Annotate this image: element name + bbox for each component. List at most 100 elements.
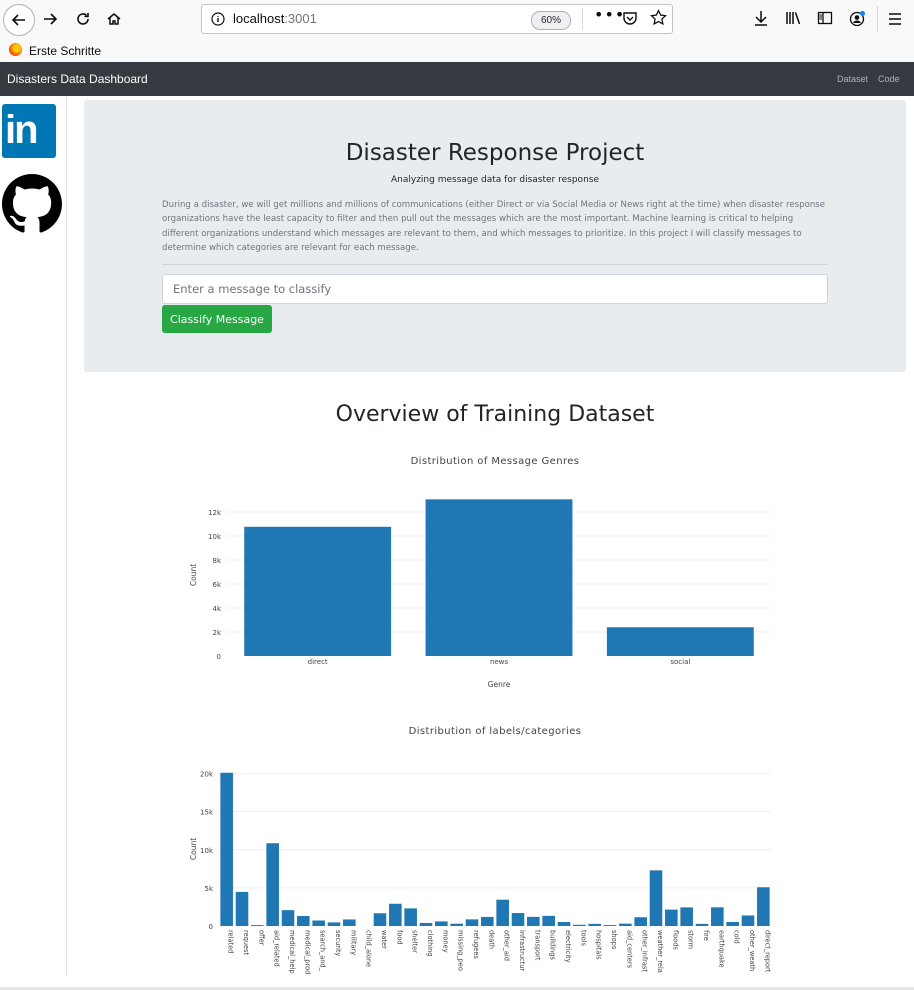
y-tick-label: 6k bbox=[212, 581, 221, 589]
x-tick-label: offer bbox=[257, 930, 265, 946]
x-tick-label: tools bbox=[579, 930, 587, 946]
bar-electricity bbox=[557, 921, 571, 926]
page-actions-icon[interactable]: ••• bbox=[594, 5, 625, 24]
bookmark-erste-schritte[interactable]: Erste Schritte bbox=[29, 44, 101, 58]
nav-link-dataset[interactable]: Dataset bbox=[837, 74, 868, 84]
bar-weather_rela bbox=[649, 870, 663, 926]
github-icon[interactable] bbox=[2, 174, 62, 238]
chart-title: Distribution of labels/categories bbox=[409, 726, 582, 737]
bookmarks-bar bbox=[0, 40, 914, 63]
bar-other_infrast bbox=[634, 917, 647, 926]
bar-food bbox=[389, 903, 402, 926]
x-tick-label: floods bbox=[671, 930, 679, 950]
x-tick-label: aid_centers bbox=[625, 930, 633, 969]
nav-link-code[interactable]: Code bbox=[878, 74, 900, 84]
pocket-icon[interactable] bbox=[622, 10, 638, 30]
y-tick-label: 12k bbox=[208, 509, 222, 517]
firefox-icon bbox=[9, 43, 22, 56]
x-tick-label: military bbox=[349, 930, 357, 955]
jumbotron-divider bbox=[162, 264, 828, 265]
project-description: During a disaster, we will get millions … bbox=[162, 200, 826, 253]
arrow-left-icon bbox=[11, 14, 25, 26]
forward-button[interactable] bbox=[36, 5, 64, 33]
y-tick-label: 15k bbox=[200, 809, 214, 817]
x-tick-label: weather_rela bbox=[656, 930, 664, 973]
info-icon[interactable] bbox=[211, 11, 225, 30]
page-title: Disaster Response Project bbox=[345, 140, 645, 166]
x-tick-label: water bbox=[380, 930, 388, 949]
message-input[interactable] bbox=[162, 274, 828, 304]
zoom-badge[interactable]: 60% bbox=[531, 11, 571, 30]
bar-other_weath bbox=[741, 915, 755, 926]
category-distribution-chart: Distribution of labels/categories 0 5k 10k 1… bbox=[189, 726, 771, 974]
download-icon[interactable] bbox=[753, 10, 769, 30]
bar-direct bbox=[244, 526, 392, 656]
x-tick-label: other_weath bbox=[748, 930, 756, 971]
x-tick-label: medical_help bbox=[288, 930, 296, 974]
x-tick-label: request bbox=[242, 930, 250, 955]
library-icon[interactable] bbox=[785, 10, 802, 30]
y-tick-label: 10k bbox=[208, 533, 222, 541]
bar-aid_centers bbox=[619, 923, 632, 926]
classify-message-button[interactable]: Classify Message bbox=[162, 305, 272, 333]
navbar-brand[interactable]: Disasters Data Dashboard bbox=[7, 72, 148, 86]
bar-search_and_ bbox=[312, 920, 325, 926]
x-tick-label: direct_report bbox=[763, 930, 771, 973]
reload-button[interactable] bbox=[69, 5, 97, 33]
bar-money bbox=[435, 921, 448, 926]
x-tick-label: social bbox=[670, 658, 690, 666]
bar-storm bbox=[680, 907, 693, 926]
linkedin-icon-text: in bbox=[5, 108, 39, 152]
x-tick-label: direct bbox=[308, 658, 328, 666]
bookmark-star-icon[interactable] bbox=[650, 9, 667, 30]
bar-social bbox=[606, 627, 754, 656]
x-tick-label: aid_related bbox=[273, 930, 281, 967]
x-tick-label: other_aid bbox=[503, 930, 511, 961]
bar-related bbox=[220, 772, 233, 926]
y-axis-label: Count bbox=[189, 838, 198, 860]
x-tick-label: food bbox=[395, 930, 403, 945]
bar-missing_peo bbox=[450, 923, 463, 926]
bar-security bbox=[327, 922, 341, 926]
bar-request bbox=[235, 891, 249, 926]
x-tick-label: search_and_ bbox=[319, 930, 327, 972]
y-tick-label: 4k bbox=[212, 605, 221, 613]
x-tick-label: related bbox=[227, 930, 235, 953]
x-tick-label: refugees bbox=[472, 930, 480, 959]
x-tick-label: cold bbox=[733, 930, 741, 944]
bar-refugees bbox=[465, 919, 479, 926]
x-tick-label: news bbox=[490, 658, 508, 666]
bar-clothing bbox=[419, 922, 433, 926]
bar-medical_help bbox=[281, 910, 295, 926]
back-button[interactable] bbox=[3, 4, 35, 36]
chart-title: Distribution of Message Genres bbox=[411, 456, 580, 467]
x-tick-label: shelter bbox=[411, 930, 419, 953]
y-tick-label: 20k bbox=[200, 771, 214, 779]
bar-shops bbox=[603, 925, 617, 926]
urlbar-divider bbox=[582, 8, 583, 30]
x-tick-label: buildings bbox=[549, 930, 557, 960]
bar-buildings bbox=[542, 915, 555, 926]
x-tick-label: child_alone bbox=[365, 930, 373, 967]
bar-water bbox=[373, 913, 387, 926]
bar-infrastructur bbox=[511, 913, 525, 926]
x-tick-label: clothing bbox=[426, 930, 434, 956]
y-tick-label: 2k bbox=[212, 629, 221, 637]
x-tick-label: death bbox=[487, 930, 495, 949]
sidebar-toggle-icon[interactable] bbox=[817, 10, 833, 30]
bar-other_aid bbox=[496, 899, 509, 926]
x-tick-label: transport bbox=[533, 930, 541, 961]
menu-icon[interactable] bbox=[888, 11, 902, 30]
x-tick-label: missing_peo bbox=[457, 930, 465, 971]
x-tick-label: fire bbox=[702, 930, 710, 941]
genre-distribution-chart: Distribution of Message Genres 0 2k 4k 6k 8k 1… bbox=[189, 456, 771, 689]
bar-transport bbox=[527, 916, 540, 926]
account-icon[interactable] bbox=[849, 10, 866, 31]
home-button[interactable] bbox=[100, 5, 128, 33]
y-tick-label: 10k bbox=[200, 847, 214, 855]
x-tick-label: storm bbox=[687, 930, 695, 949]
toolbar-divider bbox=[877, 6, 878, 32]
bar-news bbox=[425, 499, 573, 656]
bar-cold bbox=[726, 921, 739, 926]
url-text: localhost:3001 bbox=[233, 11, 317, 26]
